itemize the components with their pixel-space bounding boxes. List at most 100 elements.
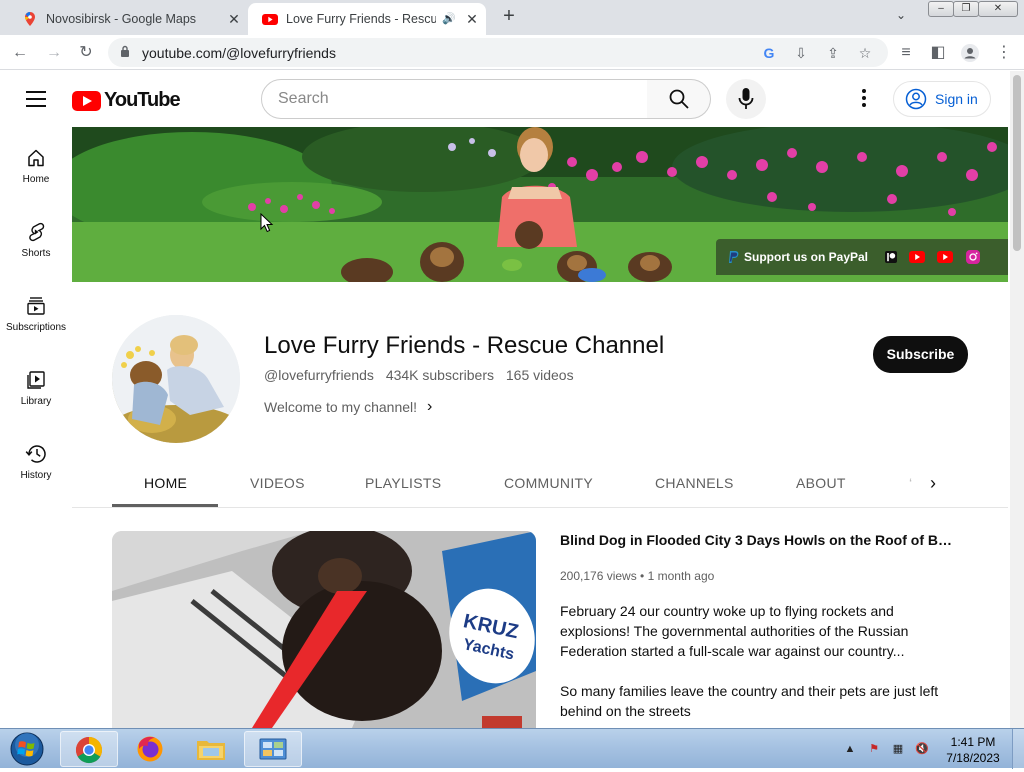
firefox-icon <box>137 736 163 762</box>
microphone-icon <box>738 88 754 109</box>
network-icon[interactable]: ▦ <box>890 741 906 757</box>
thumbnail-image: KRUZ Yachts <box>112 531 536 728</box>
channel-welcome-text: Welcome to my channel! <box>264 399 418 415</box>
close-tab-icon[interactable]: ✕ <box>226 11 242 27</box>
featured-video-thumbnail[interactable]: KRUZ Yachts <box>112 531 536 728</box>
show-desktop-button[interactable] <box>1012 729 1024 769</box>
taskbar-clock[interactable]: 1:41 PM 7/18/2023 <box>940 734 1006 766</box>
page-scrollbar[interactable] <box>1010 71 1024 728</box>
search-input[interactable] <box>278 80 638 118</box>
sign-in-label: Sign in <box>935 91 978 107</box>
voice-search-button[interactable] <box>726 79 766 119</box>
library-icon <box>27 371 45 389</box>
mouse-cursor-icon <box>260 213 274 233</box>
youtube-icon[interactable] <box>937 251 953 263</box>
tab-channels[interactable]: CHANNELS <box>655 475 734 491</box>
patreon-icon[interactable] <box>885 251 897 263</box>
guide-item-subscriptions[interactable]: Subscriptions <box>0 275 72 349</box>
home-icon <box>28 149 44 167</box>
taskbar-file-explorer[interactable] <box>182 731 240 767</box>
tab-playlists[interactable]: PLAYLISTS <box>365 475 441 491</box>
tab-title: Love Furry Friends - Rescue C <box>286 12 436 26</box>
share-icon[interactable]: ⇪ <box>824 44 842 62</box>
tab-home[interactable]: HOME <box>144 475 187 491</box>
install-app-icon[interactable]: ⇩ <box>792 44 810 62</box>
browser-tab-youtube[interactable]: Love Furry Friends - Rescue C 🔊 ✕ <box>248 3 486 35</box>
start-button[interactable] <box>8 731 46 767</box>
close-tab-icon[interactable]: ✕ <box>464 11 480 27</box>
search-icon <box>669 89 689 109</box>
control-panel-icon <box>259 738 287 760</box>
windows-logo-icon <box>10 732 44 766</box>
sign-in-button[interactable]: Sign in <box>893 81 991 117</box>
featured-video-meta: 200,176 views • 1 month ago <box>560 569 715 583</box>
reload-button[interactable]: ↻ <box>76 43 96 63</box>
channel-avatar[interactable] <box>112 315 240 443</box>
speaker-icon[interactable]: 🔊 <box>442 12 456 25</box>
guide-menu-icon[interactable] <box>26 91 46 107</box>
paypal-icon <box>729 251 739 263</box>
guide-item-history[interactable]: History <box>0 423 72 497</box>
channel-banner: Support us on PayPal <box>72 127 1008 282</box>
new-tab-button[interactable]: + <box>499 6 519 28</box>
youtube-play-icon <box>72 90 101 111</box>
address-bar[interactable]: youtube.com/@lovefurryfriends G ⇩ ⇪ ☆ <box>108 38 888 67</box>
chrome-menu-icon[interactable]: ⋮ <box>994 43 1014 63</box>
google-translate-icon[interactable]: G <box>760 44 778 62</box>
clock-time: 1:41 PM <box>950 735 996 749</box>
minimize-button[interactable]: – <box>928 1 954 17</box>
featured-video-title[interactable]: Blind Dog in Flooded City 3 Days Howls o… <box>560 532 960 548</box>
search-box <box>261 79 648 119</box>
youtube-masthead: YouTube Sign in <box>0 71 1010 127</box>
taskbar-control-panel[interactable] <box>244 731 302 767</box>
paypal-support-link[interactable]: Support us on PayPal <box>716 239 1008 275</box>
action-center-flag-icon[interactable]: ⚑ <box>866 741 882 757</box>
clock-date: 7/18/2023 <box>946 751 1000 765</box>
restore-button[interactable]: ❐ <box>953 1 979 17</box>
show-hidden-icons-icon[interactable]: ▲ <box>842 741 858 757</box>
description-paragraph: February 24 our country woke up to flyin… <box>560 603 909 659</box>
close-window-button[interactable]: ✕ <box>978 1 1018 17</box>
url-text: youtube.com/@lovefurryfriends <box>142 45 336 61</box>
settings-more-icon[interactable] <box>862 89 868 109</box>
channel-tabs: HOME VIDEOS PLAYLISTS COMMUNITY CHANNELS… <box>72 460 1008 508</box>
channel-name: Love Furry Friends - Rescue Channel <box>264 332 665 359</box>
subscriptions-icon <box>27 297 45 315</box>
youtube-logo[interactable]: YouTube <box>72 89 181 112</box>
taskbar-firefox[interactable] <box>121 731 179 767</box>
tab-title: Novosibirsk - Google Maps <box>46 12 197 26</box>
youtube-icon[interactable] <box>909 251 925 263</box>
google-maps-icon <box>25 12 35 26</box>
lock-icon <box>121 45 129 57</box>
scrollbar-thumb[interactable] <box>1013 75 1021 251</box>
forward-button[interactable]: → <box>44 43 64 63</box>
guide-item-shorts[interactable]: Shorts <box>0 201 72 275</box>
tab-about[interactable]: ABOUT <box>796 475 846 491</box>
side-panel-icon[interactable]: ◧ <box>928 43 948 63</box>
volume-muted-icon[interactable]: 🔇 <box>914 741 930 757</box>
search-button[interactable] <box>647 79 711 119</box>
tab-search-chevron-icon[interactable]: ⌄ <box>896 8 906 22</box>
tab-community[interactable]: COMMUNITY <box>504 475 593 491</box>
instagram-icon[interactable] <box>966 250 980 264</box>
chevron-right-icon[interactable]: › <box>930 473 936 494</box>
chrome-icon <box>75 736 103 764</box>
paypal-support-text: Support us on PayPal <box>744 250 869 264</box>
taskbar-chrome[interactable] <box>60 731 118 767</box>
bookmark-star-icon[interactable]: ☆ <box>856 44 874 62</box>
guide-item-home[interactable]: Home <box>0 127 72 201</box>
active-tab-indicator <box>112 504 218 507</box>
chevron-right-icon: › <box>427 398 433 415</box>
profile-avatar-icon[interactable] <box>960 43 980 63</box>
subscribe-button[interactable]: Subscribe <box>873 336 968 373</box>
reading-list-icon[interactable]: ≡ <box>896 43 916 63</box>
back-button[interactable]: ← <box>10 43 30 63</box>
channel-description-link[interactable]: Welcome to my channel! › <box>264 398 432 416</box>
guide-item-library[interactable]: Library <box>0 349 72 423</box>
guide-label: Shorts <box>21 248 51 259</box>
tab-search-partial[interactable]: ‘ <box>909 475 912 491</box>
browser-tab-strip: Novosibirsk - Google Maps ✕ Love Furry F… <box>0 0 1024 35</box>
guide-label: Library <box>20 396 52 407</box>
browser-tab-google-maps[interactable]: Novosibirsk - Google Maps ✕ <box>8 3 248 35</box>
tab-videos[interactable]: VIDEOS <box>250 475 305 491</box>
